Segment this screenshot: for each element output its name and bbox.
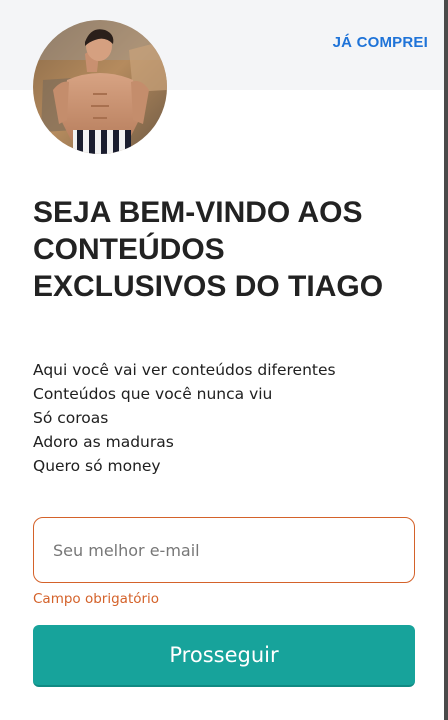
proceed-button[interactable]: Prosseguir [33,625,415,687]
window-edge [444,0,448,720]
email-error-message: Campo obrigatório [33,591,160,607]
avatar-photo [33,20,167,154]
page-title: SEJA BEM-VINDO AOS CONTEÚDOS EXCLUSIVOS … [33,196,384,303]
email-input[interactable] [33,517,415,583]
description-line: Quero só money [33,457,161,475]
already-purchased-link[interactable]: JÁ COMPREI [333,34,428,51]
description-line: Aqui você vai ver conteúdos diferentes [33,361,336,379]
avatar [33,20,167,154]
description: Aqui você vai ver conteúdos diferentes C… [33,358,423,478]
description-line: Conteúdos que você nunca viu [33,385,273,403]
description-line: Adoro as maduras [33,433,174,451]
description-line: Só coroas [33,409,109,427]
